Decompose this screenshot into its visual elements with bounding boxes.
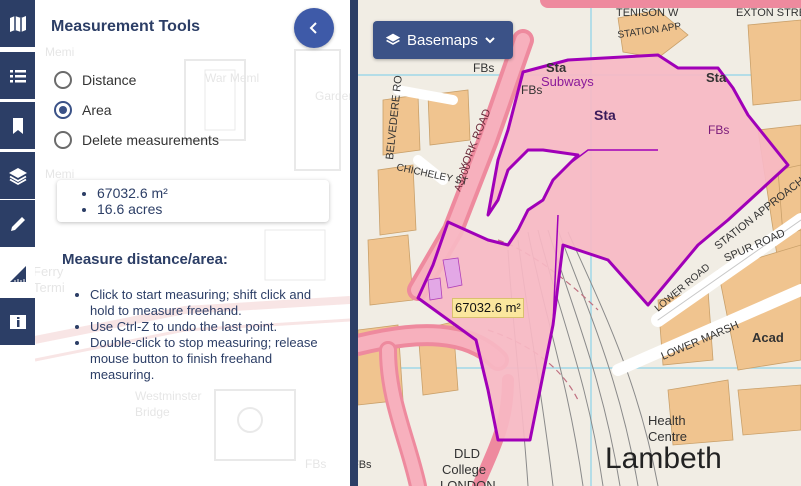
help-title: Measure distance/area:: [62, 251, 228, 268]
map-label: FBs: [358, 459, 372, 471]
chevron-down-icon: [485, 37, 495, 44]
layers-button[interactable]: [0, 152, 35, 200]
map-label: Sta: [706, 70, 727, 85]
help-item: Double-click to stop measuring; release …: [90, 335, 330, 383]
panel-divider[interactable]: [350, 0, 358, 486]
result-area-m2: 67032.6 m²: [97, 185, 329, 201]
tool-rail: [0, 0, 35, 486]
panel-title: Measurement Tools: [51, 18, 201, 35]
bookmark-button[interactable]: [0, 102, 35, 150]
map-view[interactable]: TENISON W EXTON STREET FBs Sta Subways F…: [358, 0, 801, 486]
list-button[interactable]: [0, 52, 35, 100]
map-label: Health: [648, 413, 686, 428]
basemaps-label: Basemaps: [407, 31, 478, 49]
ruler-triangle-icon: [9, 265, 26, 282]
info-button[interactable]: [0, 298, 35, 346]
option-distance[interactable]: Distance: [54, 71, 136, 89]
layers-icon: [8, 167, 27, 185]
help-item: Click to start measuring; shift click an…: [90, 287, 330, 319]
map-label: FBs: [708, 123, 729, 137]
delete-radio[interactable]: [54, 131, 72, 149]
distance-radio[interactable]: [54, 71, 72, 89]
bookmark-icon: [12, 117, 23, 134]
measurement-area-label: 67032.6 m²: [452, 298, 524, 318]
map-label: FBs: [521, 83, 542, 97]
basemaps-button[interactable]: Basemaps: [373, 21, 513, 59]
map-label: Sta: [594, 107, 616, 123]
map-label: Sta: [546, 60, 567, 75]
info-icon: [9, 314, 26, 329]
collapse-panel-button[interactable]: [294, 8, 334, 48]
map-label: LONDON: [440, 478, 496, 486]
distance-label: Distance: [82, 72, 137, 88]
measurement-results: 67032.6 m² 16.6 acres: [57, 180, 329, 222]
option-delete[interactable]: Delete measurements: [54, 131, 219, 149]
list-icon: [9, 69, 26, 82]
help-item: Use Ctrl-Z to undo the last point.: [90, 319, 330, 335]
map-label: DLD: [454, 446, 480, 461]
map-label: FBs: [473, 61, 494, 75]
help-list: Click to start measuring; shift click an…: [90, 287, 330, 383]
chevron-left-icon: [309, 22, 317, 34]
map-canvas: TENISON W EXTON STREET FBs Sta Subways F…: [358, 0, 801, 486]
map-label: TENISON W: [616, 7, 679, 19]
map-label: EXTON STREET: [736, 7, 801, 19]
result-area-acres: 16.6 acres: [97, 201, 329, 217]
option-area[interactable]: Area: [54, 101, 112, 119]
map-label: Lambeth: [605, 442, 722, 475]
area-label: Area: [82, 102, 112, 118]
map-label: Acad: [752, 330, 784, 345]
map-button[interactable]: [0, 0, 35, 48]
map-icon: [9, 15, 26, 32]
delete-label: Delete measurements: [82, 132, 219, 148]
measure-button[interactable]: [0, 250, 35, 298]
pencil-icon: [10, 216, 25, 231]
layers-icon: [385, 33, 401, 45]
draw-button[interactable]: [0, 200, 35, 248]
area-radio[interactable]: [54, 101, 72, 119]
measurement-panel: Memi War Meml Memi Gardens Ferry Termi o…: [35, 0, 350, 486]
map-label: Subways: [541, 74, 594, 89]
map-label: College: [442, 462, 486, 477]
